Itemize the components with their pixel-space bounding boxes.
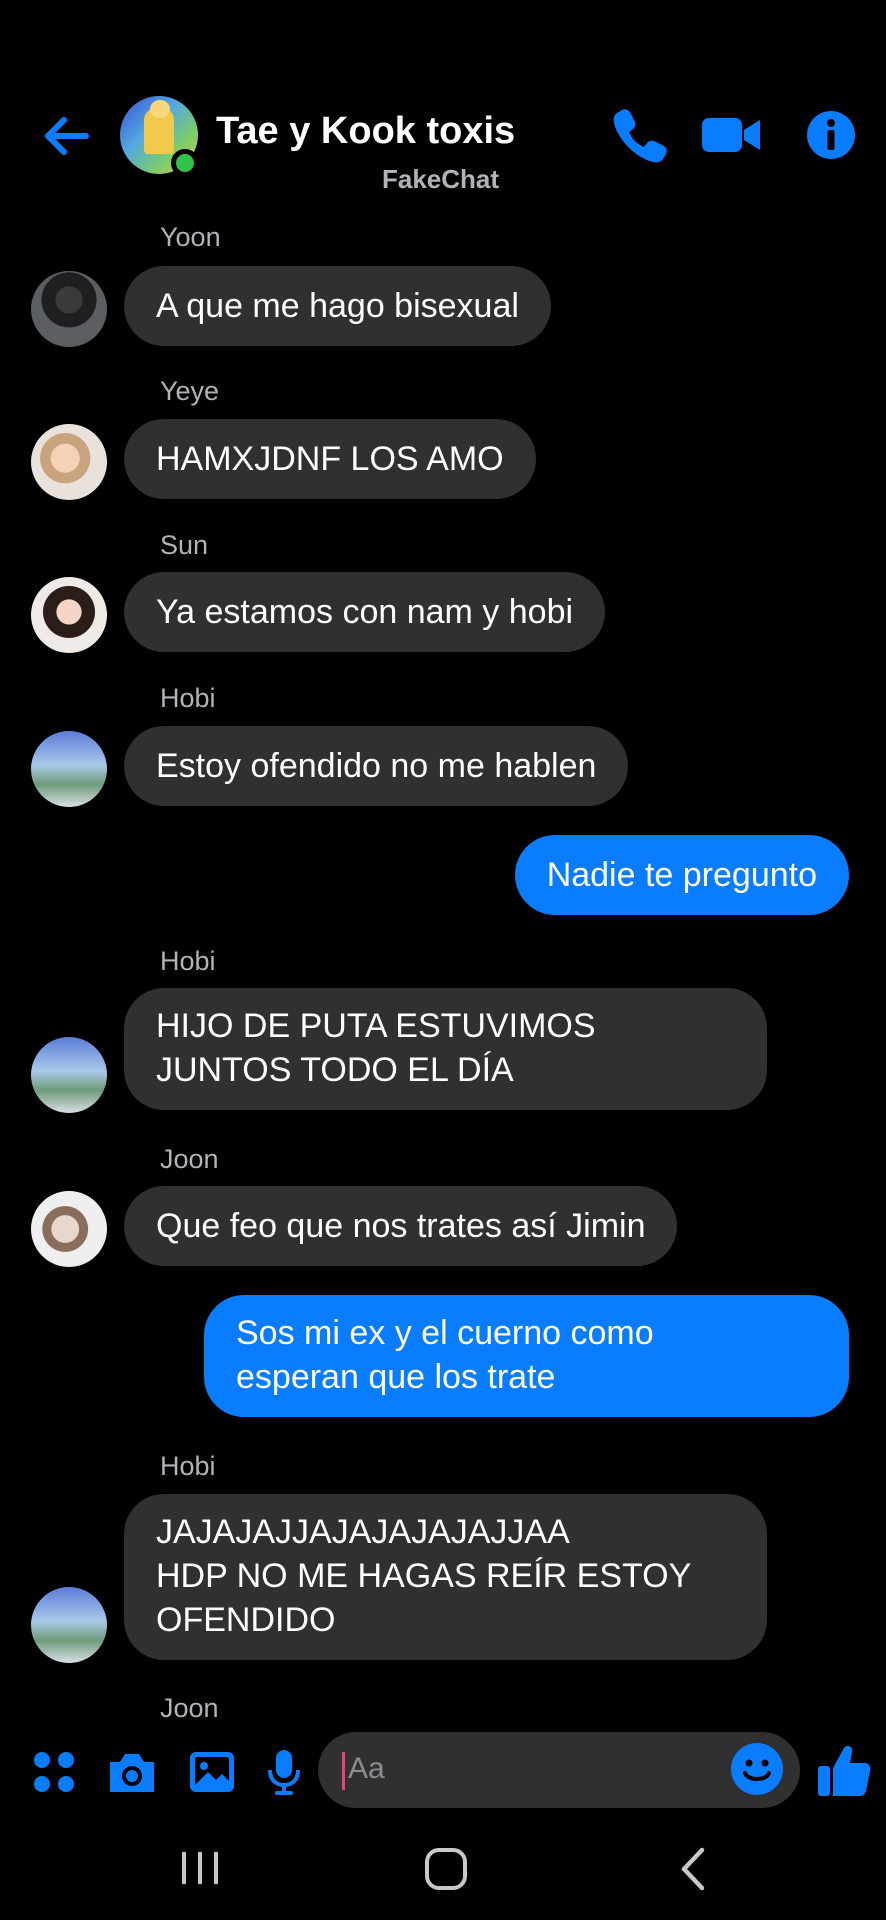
message-text: Estoy ofendido no me hablen xyxy=(156,747,597,785)
message-composer: Aa xyxy=(0,1726,886,1818)
message-text: JAJAJAJJAJAJAJAJAJJAA xyxy=(156,1513,570,1551)
message-text: A que me hago bisexual xyxy=(156,287,519,325)
message-text: HAMXJDNF LOS AMO xyxy=(156,440,504,478)
avatar-yoon[interactable] xyxy=(31,271,107,347)
message-input[interactable]: Aa xyxy=(318,1732,800,1808)
back-arrow-icon[interactable] xyxy=(38,108,94,164)
system-back-icon[interactable] xyxy=(676,1846,710,1892)
recent-apps-icon[interactable] xyxy=(180,1850,220,1886)
sender-name: Hobi xyxy=(160,946,216,976)
avatar-joon[interactable] xyxy=(31,1191,107,1267)
avatar-hobi[interactable] xyxy=(31,731,107,807)
microphone-icon[interactable] xyxy=(266,1748,302,1796)
message-text: JUNTOS TODO EL DÍA xyxy=(156,1051,514,1089)
avatar-yeye[interactable] xyxy=(31,424,107,500)
sender-name: Hobi xyxy=(160,683,216,713)
gallery-icon[interactable] xyxy=(188,1748,236,1796)
online-status-dot xyxy=(171,149,199,177)
message-bubble[interactable]: JAJAJAJJAJAJAJAJAJJAA HDP NO ME HAGAS RE… xyxy=(124,1494,767,1660)
message-bubble[interactable]: A que me hago bisexual xyxy=(124,266,551,346)
message-bubble[interactable]: HAMXJDNF LOS AMO xyxy=(124,419,536,499)
message-text: HIJO DE PUTA ESTUVIMOS xyxy=(156,1007,596,1045)
message-text: OFENDIDO xyxy=(156,1601,336,1639)
sender-name: Yoon xyxy=(160,222,221,252)
info-icon[interactable] xyxy=(800,104,862,166)
message-text: Que feo que nos trates así Jimin xyxy=(156,1207,646,1245)
text-cursor xyxy=(342,1752,345,1790)
message-text: esperan que los trate xyxy=(236,1358,556,1396)
video-camera-icon[interactable] xyxy=(700,104,762,166)
sender-name: Yeye xyxy=(160,376,220,406)
emoji-icon[interactable] xyxy=(730,1742,784,1796)
chat-title[interactable]: Tae y Kook toxis xyxy=(216,110,515,153)
thumbs-up-icon[interactable] xyxy=(816,1742,872,1798)
sender-name: Joon xyxy=(160,1693,219,1723)
message-bubble[interactable]: Ya estamos con nam y hobi xyxy=(124,572,606,652)
phone-icon[interactable] xyxy=(608,104,670,166)
message-text: Sos mi ex y el cuerno como xyxy=(236,1314,654,1352)
apps-icon[interactable] xyxy=(30,1748,78,1796)
home-icon[interactable] xyxy=(425,1848,467,1890)
sender-name: Joon xyxy=(160,1144,219,1174)
avatar-hobi[interactable] xyxy=(31,1587,107,1663)
input-placeholder: Aa xyxy=(348,1752,385,1785)
avatar-hobi[interactable] xyxy=(31,1037,107,1113)
message-bubble-outgoing[interactable]: Sos mi ex y el cuerno como esperan que l… xyxy=(204,1295,849,1417)
message-bubble[interactable]: Que feo que nos trates así Jimin xyxy=(124,1186,678,1266)
message-bubble[interactable]: HIJO DE PUTA ESTUVIMOS JUNTOS TODO EL DÍ… xyxy=(124,988,767,1110)
message-bubble-outgoing[interactable]: Nadie te pregunto xyxy=(514,835,849,915)
message-text: HDP NO ME HAGAS REÍR ESTOY xyxy=(156,1557,692,1595)
sender-name: Sun xyxy=(160,530,209,560)
system-navigation-bar xyxy=(0,1818,886,1920)
message-text: Nadie te pregunto xyxy=(546,856,817,894)
message-text: Ya estamos con nam y hobi xyxy=(156,593,574,631)
avatar-sun[interactable] xyxy=(31,577,107,653)
chat-header: Tae y Kook toxis FakeChat xyxy=(0,0,886,210)
message-bubble[interactable]: Estoy ofendido no me hablen xyxy=(124,726,629,806)
chat-subtitle: FakeChat xyxy=(382,164,500,194)
camera-icon[interactable] xyxy=(106,1748,158,1796)
sender-name: Hobi xyxy=(160,1451,216,1481)
